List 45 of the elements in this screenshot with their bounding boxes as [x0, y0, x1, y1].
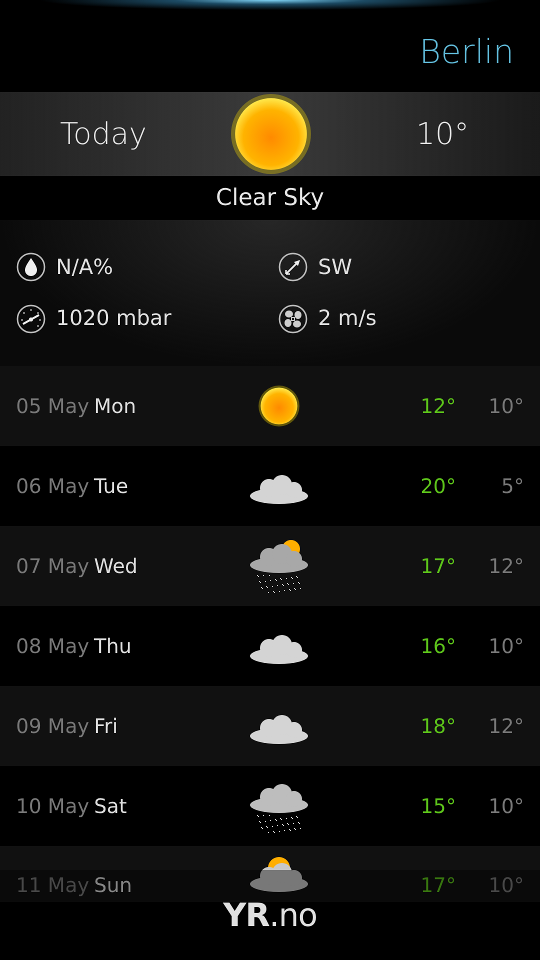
forecast-row[interactable]: 11 May Sun 17° 10° — [0, 846, 540, 902]
date-text: 10 May — [16, 793, 90, 820]
fan-icon — [278, 304, 308, 334]
detail-value: 1020 mbar — [56, 305, 172, 332]
weekday-text: Sat — [94, 793, 128, 820]
today-label: Today — [59, 116, 148, 154]
detail-value: 2 m/s — [318, 305, 377, 332]
forecast-row[interactable]: 07 May Wed 17° 12° — [0, 526, 540, 606]
high-temperature: 18° — [420, 713, 456, 740]
drop-icon — [16, 252, 46, 282]
detail-value: N/A% — [56, 254, 114, 280]
date-text: 06 May — [16, 473, 90, 500]
condition-text: Clear Sky — [216, 184, 324, 213]
low-temperature: 12° — [488, 713, 524, 740]
low-temperature: 10° — [488, 793, 524, 820]
date-text: 08 May — [16, 633, 90, 660]
date-text: 05 May — [16, 393, 90, 420]
weekday-text: Sun — [94, 872, 134, 899]
sun-icon — [258, 385, 300, 427]
detail-value: SW — [318, 254, 352, 280]
today-temperature: 10° — [415, 116, 470, 154]
low-temperature: 10° — [488, 393, 524, 420]
low-temperature: 10° — [488, 872, 524, 899]
weekday-text: Wed — [94, 553, 139, 580]
high-temperature: 15° — [420, 793, 456, 820]
forecast-row[interactable]: 09 May Fri 18° 12° — [0, 686, 540, 766]
weekday-text: Tue — [94, 473, 130, 500]
high-temperature: 17° — [420, 553, 456, 580]
low-temperature: 12° — [488, 553, 524, 580]
date-text: 11 May — [16, 872, 90, 899]
high-temperature: 17° — [420, 872, 456, 899]
sun-icon — [230, 93, 312, 175]
high-temperature: 12° — [420, 393, 456, 420]
city-name: Berlin — [419, 31, 514, 74]
gauge-icon — [16, 304, 46, 334]
low-temperature: 5° — [500, 473, 524, 500]
weekday-text: Thu — [94, 633, 133, 660]
date-text: 07 May — [16, 553, 90, 580]
high-temperature: 20° — [420, 473, 456, 500]
low-temperature: 10° — [488, 633, 524, 660]
weekday-text: Mon — [94, 393, 138, 420]
date-text: 09 May — [16, 713, 90, 740]
forecast-row[interactable]: 05 May Mon 12° 10° — [0, 366, 540, 446]
high-temperature: 16° — [420, 633, 456, 660]
weekday-text: Fri — [94, 713, 119, 740]
